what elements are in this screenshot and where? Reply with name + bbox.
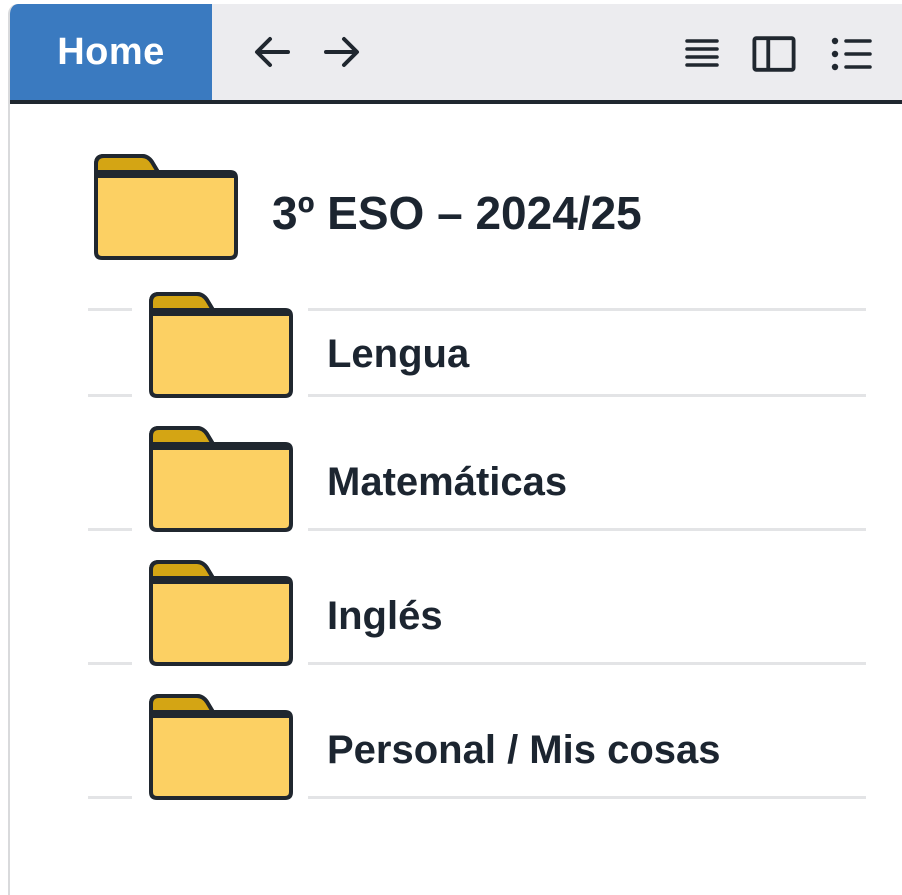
divider xyxy=(308,662,866,665)
divider xyxy=(88,394,132,397)
arrow-left-icon xyxy=(255,37,290,67)
details-view-button[interactable] xyxy=(680,32,724,76)
home-tab[interactable]: Home xyxy=(10,4,212,100)
divider xyxy=(308,528,866,531)
divider xyxy=(88,528,132,531)
list-view-button[interactable] xyxy=(830,32,874,76)
subfolder-item-personal[interactable]: Personal / Mis cosas xyxy=(10,694,902,828)
folder-icon xyxy=(149,292,293,398)
preview-pane-button[interactable] xyxy=(752,32,796,76)
toolbar: Home xyxy=(10,4,902,104)
subfolder-item-lengua[interactable]: Lengua xyxy=(10,292,902,426)
subfolder-label: Inglés xyxy=(327,594,443,638)
details-list-icon xyxy=(685,39,719,67)
folder-tree: 3º ESO – 2024/25 Lengua Matemáticas Ingl… xyxy=(10,104,902,895)
folder-icon xyxy=(149,560,293,666)
folder-icon xyxy=(149,426,293,532)
preview-pane-icon xyxy=(752,36,796,72)
subfolder-item-matematicas[interactable]: Matemáticas xyxy=(10,426,902,560)
subfolder-label: Personal / Mis cosas xyxy=(327,728,721,772)
bulleted-list-icon xyxy=(831,37,872,71)
subfolder-label: Lengua xyxy=(327,332,470,376)
divider xyxy=(308,394,866,397)
root-folder-label: 3º ESO – 2024/25 xyxy=(272,187,642,239)
divider xyxy=(88,796,132,799)
file-explorer-window: Home 3º ESO – 2024/25 Lengua Matemáticas… xyxy=(8,4,902,895)
back-button[interactable] xyxy=(250,30,294,74)
folder-icon xyxy=(94,154,238,260)
subfolder-item-ingles[interactable]: Inglés xyxy=(10,560,902,694)
divider xyxy=(88,662,132,665)
forward-button[interactable] xyxy=(320,30,364,74)
arrow-right-icon xyxy=(324,37,359,67)
subfolder-label: Matemáticas xyxy=(327,460,568,504)
folder-icon xyxy=(149,694,293,800)
divider xyxy=(308,796,866,799)
